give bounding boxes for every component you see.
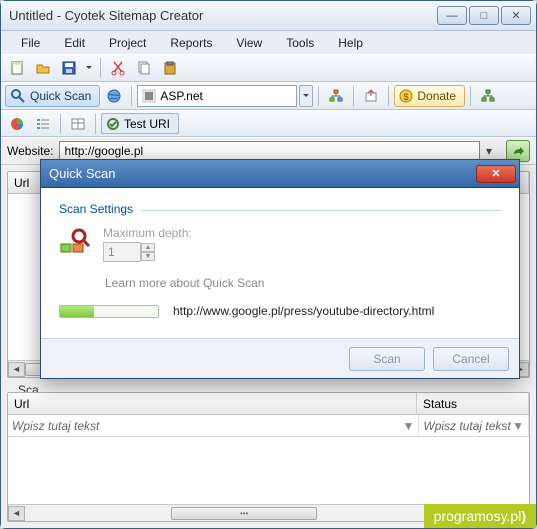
address-dropdown-icon[interactable]	[299, 85, 313, 107]
donate-button[interactable]: $ Donate	[394, 85, 465, 107]
save-dropdown-icon[interactable]	[83, 57, 95, 79]
scan-icon	[59, 226, 91, 258]
dialog-title: Quick Scan	[49, 166, 115, 181]
toolbar-file	[1, 54, 536, 82]
lower-filter-row: Wpisz tutaj tekst ▼ Wpisz tutaj tekst ▼	[8, 415, 529, 437]
scroll-left-icon[interactable]: ◄	[8, 362, 25, 377]
list-icon[interactable]	[31, 113, 55, 135]
scan-button[interactable]: Scan	[349, 347, 425, 371]
menu-help[interactable]: Help	[328, 34, 373, 52]
menu-project[interactable]: Project	[99, 34, 156, 52]
menubar: File Edit Project Reports View Tools Hel…	[1, 31, 536, 54]
watermark: programosy.pl)	[424, 504, 536, 528]
toolbar-scan: Quick Scan ASP.net $ Donate	[1, 82, 536, 110]
depth-label: Maximum depth:	[103, 226, 192, 240]
menu-view[interactable]: View	[226, 34, 272, 52]
scan-settings-label: Scan Settings	[59, 202, 133, 216]
pie-icon[interactable]	[5, 113, 29, 135]
lower-filter-url[interactable]: Wpisz tutaj tekst ▼	[8, 415, 419, 436]
filter-icon[interactable]: ▼	[403, 419, 415, 433]
app-window: Untitled - Cyotek Sitemap Creator — □ ✕ …	[0, 0, 537, 529]
lower-filter-status[interactable]: Wpisz tutaj tekst ▼	[419, 415, 529, 436]
maximize-button[interactable]: □	[469, 6, 499, 25]
spin-up-icon[interactable]: ▲	[141, 243, 155, 252]
address-value: ASP.net	[160, 89, 202, 103]
test-uri-button[interactable]: Test URI	[101, 113, 179, 134]
menu-reports[interactable]: Reports	[160, 34, 222, 52]
sitemap-icon[interactable]	[324, 85, 348, 107]
scroll-left-icon[interactable]: ◄	[8, 506, 25, 521]
dialog-titlebar: Quick Scan ✕	[41, 160, 519, 188]
lower-body	[8, 437, 529, 504]
export-icon[interactable]	[359, 85, 383, 107]
spin-down-icon[interactable]: ▼	[141, 252, 155, 261]
save-icon[interactable]	[57, 57, 81, 79]
quick-scan-button[interactable]: Quick Scan	[5, 85, 100, 107]
menu-tools[interactable]: Tools	[276, 34, 324, 52]
search-icon	[10, 88, 26, 104]
lower-group: Sca Url Status Wpisz tutaj tekst ▼ Wpisz…	[7, 384, 530, 522]
donate-icon: $	[399, 89, 413, 103]
website-dropdown-icon[interactable]: ▾	[486, 144, 500, 158]
cut-icon[interactable]	[106, 57, 130, 79]
address-box[interactable]: ASP.net	[137, 85, 297, 107]
website-input[interactable]	[59, 141, 480, 161]
menu-file[interactable]: File	[11, 34, 50, 52]
lower-col-status[interactable]: Status	[417, 393, 529, 414]
globe-icon[interactable]	[102, 85, 126, 107]
toolbar-misc: Test URI	[1, 110, 536, 137]
copy-icon[interactable]	[132, 57, 156, 79]
window-title: Untitled - Cyotek Sitemap Creator	[9, 8, 436, 23]
minimize-button[interactable]: —	[437, 6, 467, 25]
dialog-footer: Scan Cancel	[41, 338, 519, 378]
close-button[interactable]: ✕	[501, 6, 531, 25]
depth-spinner[interactable]: ▲ ▼	[103, 242, 192, 262]
menu-edit[interactable]: Edit	[54, 34, 95, 52]
favicon-icon	[142, 89, 156, 103]
cancel-button[interactable]: Cancel	[433, 347, 509, 371]
progress-bar	[59, 305, 159, 318]
quick-scan-label: Quick Scan	[30, 89, 91, 103]
depth-input[interactable]	[103, 242, 141, 262]
lower-panel: Url Status Wpisz tutaj tekst ▼ Wpisz tut…	[7, 392, 530, 522]
progress-url: http://www.google.pl/press/youtube-direc…	[173, 304, 434, 318]
new-icon[interactable]	[5, 57, 29, 79]
dialog-body: Scan Settings Maximum depth: ▲ ▼	[41, 188, 519, 338]
learn-more-link[interactable]: Learn more about Quick Scan	[105, 276, 501, 290]
lower-col-header: Url Status	[8, 393, 529, 415]
test-uri-label: Test URI	[124, 117, 170, 131]
table-icon[interactable]	[66, 113, 90, 135]
donate-label: Donate	[417, 89, 456, 103]
go-arrow-icon	[511, 144, 525, 158]
tree-icon[interactable]	[476, 85, 500, 107]
website-label: Website:	[7, 144, 53, 158]
paste-icon[interactable]	[158, 57, 182, 79]
link-check-icon	[106, 117, 120, 131]
quick-scan-dialog: Quick Scan ✕ Scan Settings Maximum depth…	[40, 159, 520, 379]
titlebar: Untitled - Cyotek Sitemap Creator — □ ✕	[1, 1, 536, 31]
lower-col-url[interactable]: Url	[8, 393, 417, 414]
dialog-close-button[interactable]: ✕	[476, 165, 516, 183]
svg-text:$: $	[404, 92, 409, 102]
open-icon[interactable]	[31, 57, 55, 79]
filter-icon[interactable]: ▼	[512, 419, 524, 433]
